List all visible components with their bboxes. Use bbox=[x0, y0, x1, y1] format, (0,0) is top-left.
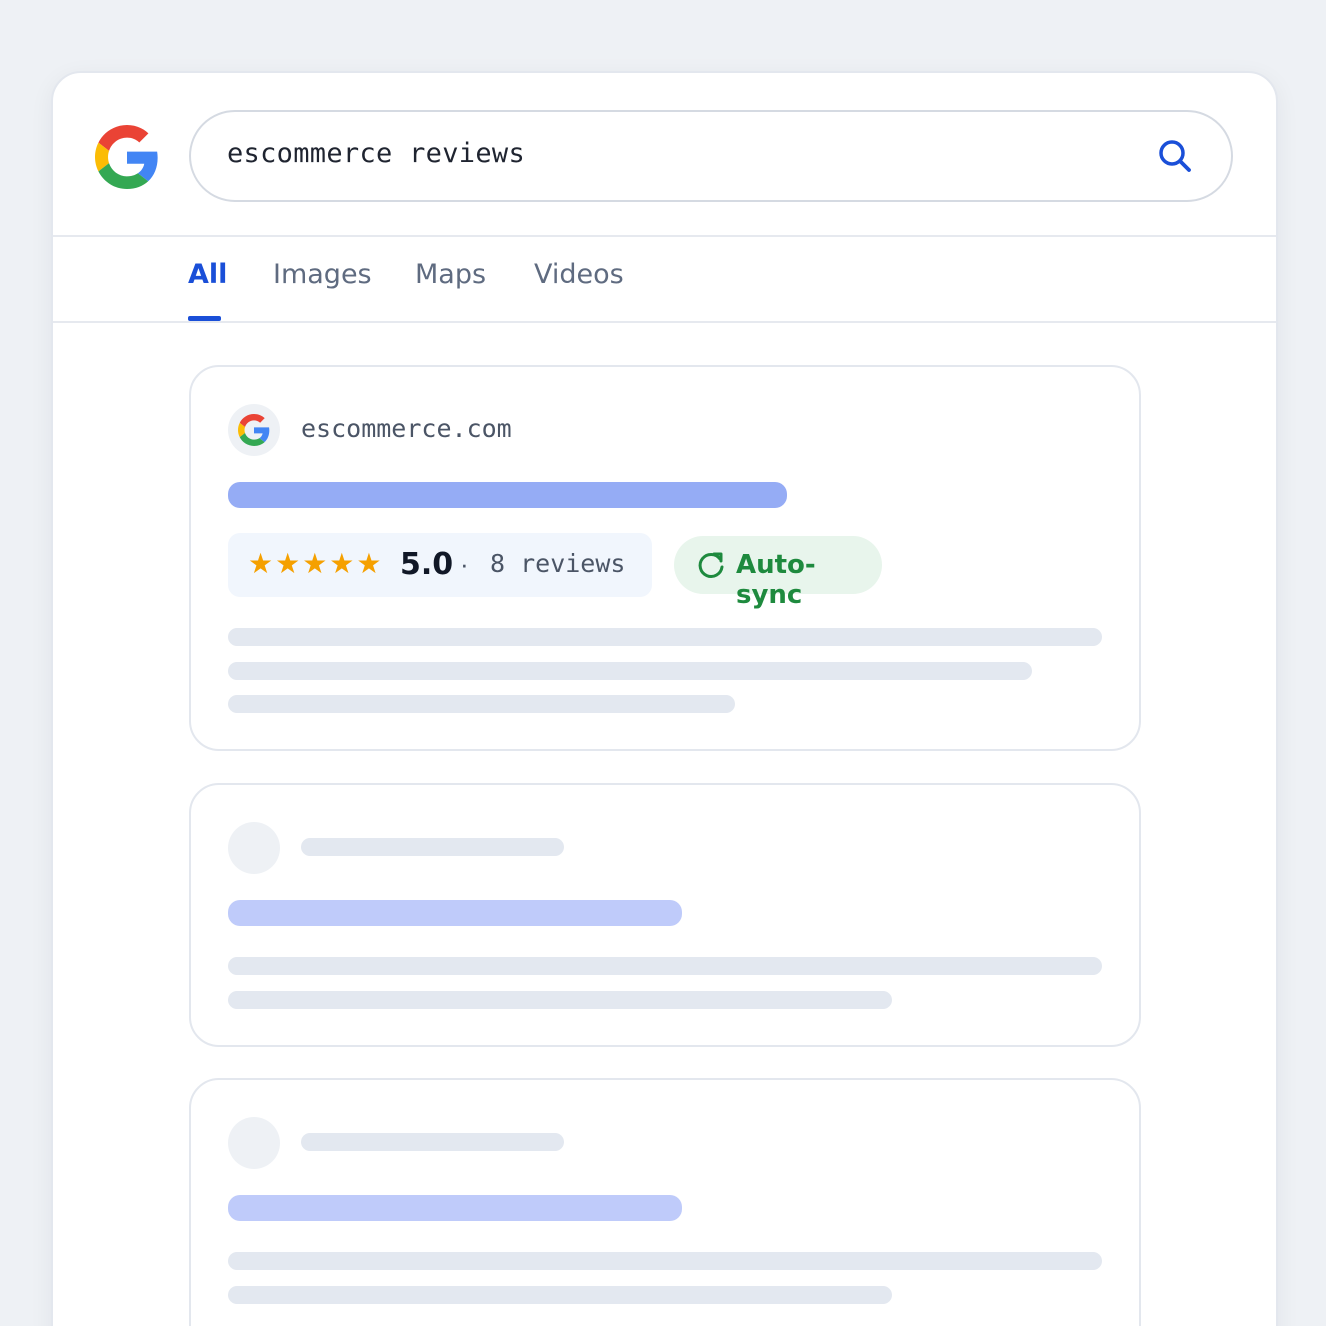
tab-bar: All Images Maps Videos bbox=[53, 237, 1276, 323]
search-icon[interactable] bbox=[1157, 138, 1193, 174]
snippet-line-placeholder bbox=[228, 662, 1032, 680]
title-placeholder bbox=[228, 1195, 682, 1221]
search-header: escommerce reviews bbox=[53, 73, 1276, 237]
result-card[interactable]: escommerce.com ★★★★★ 5.0 · 8 reviews Aut… bbox=[189, 365, 1141, 751]
refresh-icon bbox=[698, 552, 724, 578]
snippet-line-placeholder bbox=[228, 628, 1102, 646]
auto-sync-label: Auto-sync bbox=[736, 550, 816, 610]
result-title-placeholder[interactable] bbox=[228, 482, 787, 508]
snippet-line-placeholder bbox=[228, 1252, 1102, 1270]
skeleton-result-card bbox=[189, 783, 1141, 1047]
auto-sync-badge[interactable]: Auto-sync bbox=[674, 536, 882, 610]
title-placeholder bbox=[228, 900, 682, 926]
snippet-line-placeholder bbox=[228, 991, 892, 1009]
tab-videos[interactable]: Videos bbox=[534, 259, 624, 290]
search-bar[interactable]: escommerce reviews bbox=[189, 110, 1233, 202]
active-tab-indicator bbox=[188, 316, 221, 321]
snippet-line-placeholder bbox=[228, 1286, 892, 1304]
snippet-line-placeholder bbox=[228, 695, 735, 713]
tab-all[interactable]: All bbox=[188, 259, 227, 290]
search-input[interactable]: escommerce reviews bbox=[227, 138, 525, 169]
search-window: escommerce reviews All Images Maps Video… bbox=[51, 71, 1278, 1326]
tab-maps[interactable]: Maps bbox=[415, 259, 486, 290]
domain-placeholder bbox=[301, 1133, 564, 1151]
result-domain[interactable]: escommerce.com bbox=[301, 414, 512, 443]
result-favicon bbox=[228, 404, 280, 456]
review-count: 8 reviews bbox=[490, 549, 626, 578]
google-favicon-icon bbox=[238, 414, 270, 446]
rating-box: ★★★★★ 5.0 · 8 reviews bbox=[228, 533, 652, 597]
google-logo-icon bbox=[95, 125, 158, 189]
favicon-placeholder bbox=[228, 1117, 280, 1169]
domain-placeholder bbox=[301, 838, 564, 856]
separator-dot: · bbox=[460, 549, 469, 579]
snippet-line-placeholder bbox=[228, 957, 1102, 975]
background: escommerce reviews All Images Maps Video… bbox=[0, 0, 1326, 1326]
skeleton-result-card bbox=[189, 1078, 1141, 1326]
tab-images[interactable]: Images bbox=[273, 259, 372, 290]
star-rating-icon: ★★★★★ bbox=[248, 547, 384, 580]
favicon-placeholder bbox=[228, 822, 280, 874]
rating-score: 5.0 bbox=[400, 547, 454, 582]
